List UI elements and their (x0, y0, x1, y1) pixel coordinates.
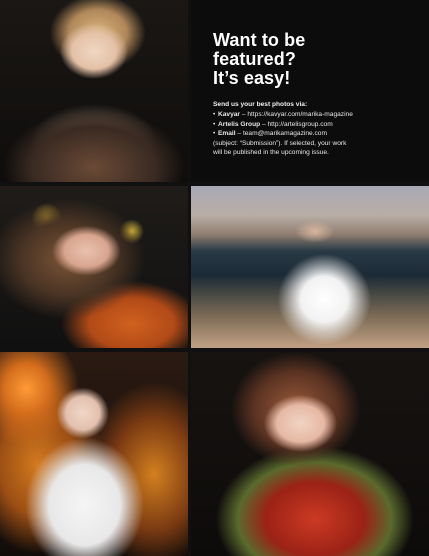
method-value-link[interactable]: team@marikamagazine.com (243, 130, 327, 137)
method-label: Artelis Group (218, 120, 261, 128)
submission-method-kavyar: • Kavyar – https://kavyar.com/marika-maga… (213, 110, 418, 120)
method-dash: – (235, 130, 243, 138)
submission-note-line: (subject: “Submission”). If selected, yo… (213, 139, 347, 147)
photo-girl-on-beach (191, 186, 429, 348)
send-label: Send us your best photos via: (213, 101, 308, 108)
submission-methods-list: • Kavyar – https://kavyar.com/marika-maga… (213, 110, 418, 158)
child-portrait-image (0, 0, 188, 182)
girl-with-yellow-flowers-image (0, 186, 188, 348)
method-value-link[interactable]: https://kavyar.com/marika-magazine (247, 111, 353, 118)
photo-girl-with-flower-bouquet (191, 352, 429, 556)
girl-on-beach-image (191, 186, 429, 348)
headline: Want to be featured? It’s easy! (213, 30, 306, 88)
girl-with-flower-bouquet-image (191, 352, 429, 556)
submission-method-email: • Email – team@marikamagazine.com (213, 129, 418, 139)
photo-girl-with-yellow-flowers (0, 186, 188, 348)
submission-note-line: will be published in the upcoming issue. (213, 149, 329, 157)
girl-among-marigolds-image (0, 352, 188, 556)
method-label: Kavyar (218, 111, 240, 118)
photo-girl-among-marigolds (0, 352, 188, 556)
method-label: Email (218, 130, 236, 138)
submission-page: Want to be featured? It’s easy! Send us … (0, 0, 429, 556)
submission-method-artelis: • Artelis Group – http://artelisgroup.com (213, 120, 418, 130)
method-value-link[interactable]: http://artelisgroup.com (267, 121, 332, 128)
photo-child-portrait (0, 0, 188, 182)
